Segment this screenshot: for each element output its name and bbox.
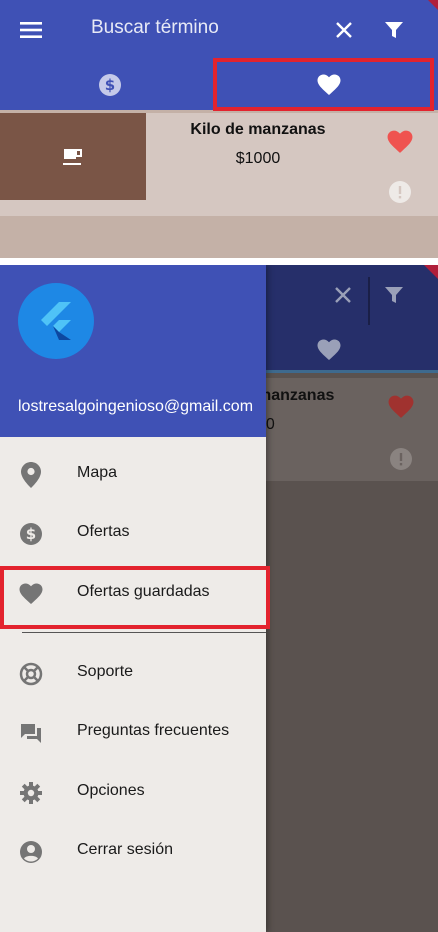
svg-text:$: $ — [104, 76, 114, 94]
tab-offers[interactable]: $ — [0, 60, 219, 110]
menu-item-map[interactable]: Mapa — [0, 445, 266, 503]
flutter-logo-icon — [41, 302, 71, 340]
close-icon — [335, 287, 351, 303]
menu-item-logout[interactable]: Cerrar sesión — [0, 822, 266, 880]
dimmed-alert-icon — [390, 448, 412, 470]
user-email: lostresalgoingenioso@gmail.com — [18, 398, 254, 415]
account-circle-icon — [18, 839, 44, 865]
filter-button[interactable] — [380, 16, 408, 44]
menu-item-label: Cerrar sesión — [77, 841, 174, 858]
menu-item-support[interactable]: Soporte — [0, 644, 266, 702]
debug-banner — [424, 265, 438, 279]
dimmed-offer-title: manzanas — [257, 387, 335, 404]
location-pin-icon — [18, 462, 44, 488]
offer-price: $1000 — [235, 150, 281, 167]
dimmed-tab-indicator — [266, 370, 438, 373]
lifebuoy-icon — [18, 661, 44, 687]
report-alert-icon[interactable] — [389, 181, 411, 203]
avatar[interactable] — [18, 283, 94, 359]
saved-offers-screen: Buscar término $ Kilo de manzanas $1000 — [0, 0, 438, 258]
svg-text:$: $ — [26, 525, 36, 543]
dimmed-filter-button — [381, 282, 407, 308]
clear-search-button[interactable] — [330, 16, 358, 44]
highlight-box — [0, 566, 270, 629]
drawer-divider — [22, 632, 266, 633]
coffee-cup-icon — [63, 148, 82, 165]
app-bar: Buscar término — [0, 0, 438, 60]
menu-item-label: Preguntas frecuentes — [77, 722, 230, 739]
menu-item-label: Ofertas — [77, 523, 130, 540]
menu-item-faq[interactable]: Preguntas frecuentes — [0, 703, 266, 761]
offer-card[interactable]: Kilo de manzanas $1000 — [0, 113, 438, 216]
menu-item-label: Soporte — [77, 663, 134, 680]
chat-bubbles-icon — [18, 720, 44, 746]
dimmed-heart-icon — [388, 395, 414, 418]
heart-icon — [317, 339, 341, 360]
dimmed-close-button — [330, 282, 356, 308]
close-icon — [336, 22, 352, 38]
drawer-header: lostresalgoingenioso@gmail.com — [0, 265, 266, 437]
menu-item-label: Mapa — [77, 464, 118, 481]
filter-icon — [385, 287, 403, 303]
menu-item-options[interactable]: Opciones — [0, 763, 266, 821]
dimmed-saved-tab — [314, 335, 344, 365]
menu-item-label: Opciones — [77, 782, 145, 799]
saved-heart-icon[interactable] — [387, 130, 413, 154]
offer-thumbnail — [0, 113, 146, 200]
drawer-open-screen: manzanas 00 lostresalgoingenioso@gmail.c… — [0, 265, 438, 932]
hamburger-menu-icon — [20, 22, 42, 38]
menu-item-offers[interactable]: $ Ofertas — [0, 504, 266, 562]
gear-icon — [18, 780, 44, 806]
dollar-circle-icon: $ — [98, 74, 121, 96]
dollar-circle-icon: $ — [18, 521, 44, 547]
filter-icon — [385, 22, 403, 38]
debug-banner — [428, 0, 438, 10]
menu-button[interactable] — [16, 16, 46, 44]
offer-title: Kilo de manzanas — [190, 121, 326, 138]
search-input[interactable]: Buscar término — [91, 17, 219, 39]
dimmed-divider — [368, 277, 370, 325]
highlight-box — [213, 58, 434, 111]
